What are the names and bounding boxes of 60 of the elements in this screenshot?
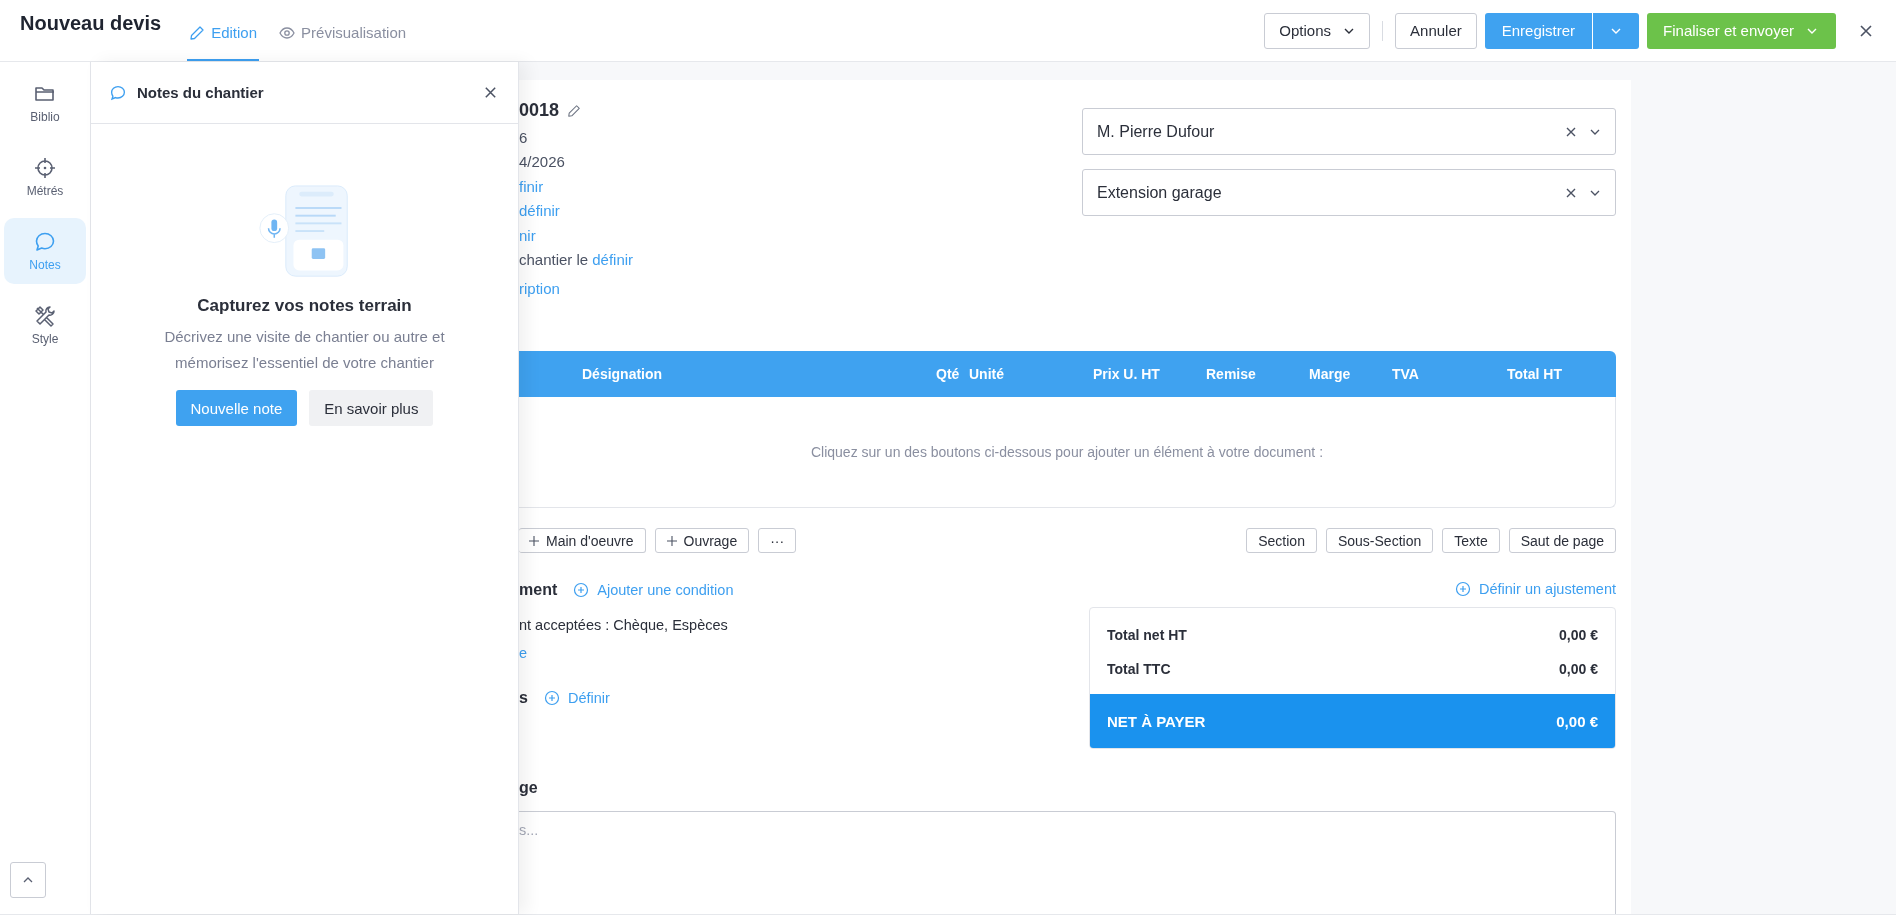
- column-header: TVA: [1392, 366, 1420, 382]
- empty-state-heading: Capturez vos notes terrain: [197, 296, 412, 316]
- net-value: 0,00 €: [1556, 712, 1598, 730]
- clear-icon[interactable]: [1565, 186, 1577, 199]
- learn-more-button[interactable]: En savoir plus: [309, 390, 434, 426]
- column-header: Unité: [969, 366, 1005, 382]
- options-button[interactable]: Options: [1264, 12, 1371, 49]
- insert-button[interactable]: Sous-Section: [1325, 528, 1434, 553]
- detail-text: 4/2026: [519, 153, 565, 171]
- column-header: Total HT: [1507, 366, 1563, 382]
- sidebar-item[interactable]: Style: [4, 292, 86, 358]
- plus-circle-icon: [1455, 581, 1471, 597]
- total-label: Total net HT: [1107, 627, 1187, 643]
- tools-icon: [33, 304, 57, 328]
- payment-text: nt acceptées : Chèque, Espèces: [519, 617, 729, 633]
- column-header: Marge: [1309, 366, 1352, 382]
- page-title: Nouveau devis: [20, 12, 162, 36]
- plus-circle-icon: [543, 690, 560, 706]
- section-heading: s: [519, 689, 528, 707]
- insert-button[interactable]: Texte: [1442, 528, 1500, 553]
- document-number: 0018: [519, 100, 560, 121]
- client-select[interactable]: M. Pierre Dufour: [1082, 108, 1616, 155]
- project-select[interactable]: Extension garage: [1082, 169, 1616, 216]
- plus-icon: [666, 535, 677, 546]
- plus-circle-icon: [573, 582, 590, 598]
- net-label: NET À PAYER: [1107, 712, 1206, 730]
- total-value: 0,00 €: [1559, 627, 1598, 643]
- plus-icon: [529, 535, 539, 546]
- insert-button[interactable]: Section: [1246, 528, 1317, 553]
- cancel-button[interactable]: Annuler: [1395, 12, 1477, 49]
- add-button[interactable]: Main d'oeuvre: [519, 528, 646, 553]
- pencil-icon[interactable]: [567, 103, 582, 118]
- total-label: Total TTC: [1107, 661, 1171, 677]
- column-header: Prix U. HT: [1093, 366, 1161, 382]
- column-header: Remise: [1206, 366, 1257, 382]
- detail-text: 6: [519, 128, 528, 146]
- crosshair-icon: [33, 156, 57, 180]
- total-value: 0,00 €: [1559, 661, 1598, 677]
- pencil-icon: [189, 24, 206, 41]
- add-button[interactable]: Ouvrage: [654, 528, 750, 553]
- eye-icon: [279, 24, 296, 41]
- column-header: Qté: [936, 366, 961, 382]
- message-field[interactable]: s...: [519, 811, 1616, 914]
- section-heading: ment: [519, 581, 558, 599]
- close-icon[interactable]: [1858, 22, 1874, 39]
- insert-button[interactable]: Saut de page: [1508, 528, 1616, 553]
- empty-state-description: Décrivez une visite de chantier ou autre et mémorisez l'essentiel de votre chantier: [163, 327, 446, 373]
- detail-text: chantier le: [519, 251, 589, 269]
- panel-title: Notes du chantier: [137, 84, 265, 101]
- chat-bubble-icon: [33, 230, 57, 254]
- column-header: Désignation: [582, 366, 664, 382]
- sidebar-item[interactable]: Biblio: [4, 70, 86, 136]
- clear-icon[interactable]: [1565, 125, 1577, 138]
- chat-bubble-icon: [109, 83, 127, 102]
- section-heading: ge: [519, 779, 538, 797]
- empty-table-message: Cliquez sur un des boutons ci-dessous pour ajouter un élément à votre document :: [810, 444, 1324, 460]
- more-button[interactable]: ···: [758, 528, 797, 553]
- sidebar-item[interactable]: Métrés: [4, 144, 86, 210]
- close-icon[interactable]: [483, 85, 498, 100]
- save-menu-button[interactable]: [1592, 12, 1640, 49]
